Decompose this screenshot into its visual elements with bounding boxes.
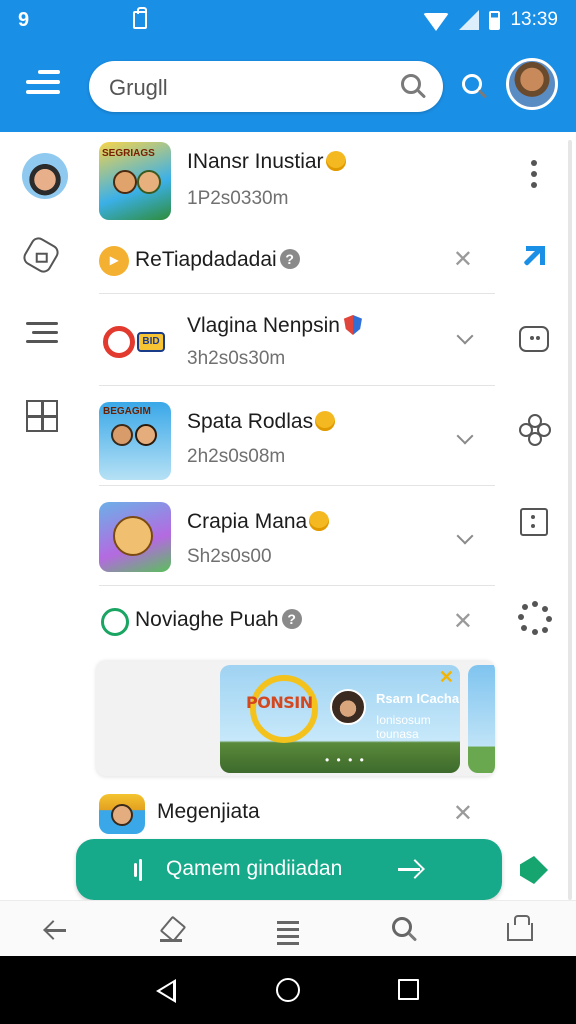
folder-icon[interactable] — [507, 915, 533, 941]
clover-icon[interactable] — [519, 414, 551, 446]
section-title: Noviaghe Puah? — [135, 608, 302, 632]
search-toolbar-icon[interactable] — [392, 917, 418, 943]
thumb-label: SEGRIAGS — [102, 148, 155, 159]
app-thumbnail — [99, 502, 171, 572]
app-bar: Grugll — [0, 40, 576, 132]
list-icon[interactable] — [275, 917, 301, 945]
wifi-icon — [423, 13, 450, 31]
app-subtitle: 3h2s0s30m — [187, 348, 286, 369]
app-title: INansr Inustiar — [187, 150, 346, 174]
close-icon[interactable]: ✕ — [439, 667, 454, 688]
section-icon — [101, 608, 129, 636]
carousel-dots[interactable]: • • • • — [325, 753, 366, 767]
list-item[interactable]: BEGAGIM Spata Rodlas 2h2s0s08m — [99, 390, 495, 486]
app-title: Vlagina Nenpsin — [187, 314, 362, 338]
bulb-icon — [325, 151, 346, 171]
more-options-icon[interactable] — [531, 160, 537, 188]
app-subtitle: Sh2s0s00 — [187, 546, 272, 567]
section-header: Megenjiata ✕ — [99, 780, 495, 840]
scrollbar[interactable] — [568, 140, 572, 900]
search-icon[interactable] — [401, 74, 421, 94]
promo-title: Rsarn ICacha — [376, 691, 460, 706]
search-value: Grugll — [109, 75, 168, 100]
search-input[interactable]: Grugll — [89, 61, 443, 112]
app-subtitle: 1P2s0330m — [187, 188, 289, 209]
close-icon[interactable]: ✕ — [453, 802, 473, 826]
thumb-label: BID — [137, 332, 165, 352]
shopping-bag-icon — [133, 7, 148, 29]
chevron-down-icon[interactable] — [456, 327, 474, 345]
nav-back-icon[interactable] — [156, 979, 176, 1003]
section-title: ReTiapdadadai? — [135, 248, 300, 272]
dice-icon[interactable] — [520, 508, 548, 536]
section-thumbnail — [99, 794, 145, 834]
app-thumbnail: BEGAGIM — [99, 402, 171, 480]
list-item[interactable]: Crapia Mana Sh2s0s00 — [99, 486, 495, 586]
list-item[interactable]: BID Vlagina Nenpsin 3h2s0s30m — [99, 294, 495, 386]
help-icon[interactable]: ? — [279, 249, 300, 269]
shield-icon — [343, 315, 362, 335]
menu-icon[interactable] — [26, 70, 60, 96]
section-icon: ▸ — [99, 246, 129, 276]
promo-carousel[interactable]: PONSIN Rsarn ICacha Ionisosum tounasa • … — [96, 660, 495, 776]
status-time: 13:39 — [510, 9, 558, 30]
close-icon[interactable]: ✕ — [453, 610, 473, 634]
eraser-icon[interactable] — [158, 917, 184, 943]
nav-recents-icon[interactable] — [398, 979, 419, 1000]
account-avatar[interactable] — [506, 58, 558, 110]
thumb-label: BEGAGIM — [103, 406, 151, 417]
app-title: Crapia Mana — [187, 510, 330, 534]
promo-logo: PONSIN — [246, 693, 313, 712]
bottom-toolbar — [0, 900, 576, 956]
search-button-icon[interactable] — [462, 74, 482, 94]
app-title: Spata Rodlas — [187, 410, 336, 434]
promo-avatar — [330, 689, 366, 725]
signal-icon — [459, 10, 480, 30]
system-nav-bar — [0, 956, 576, 1024]
app-thumbnail: BID — [99, 302, 171, 380]
share-icon[interactable] — [520, 242, 550, 272]
primary-action-label: Qamem gindiiadan — [166, 857, 343, 880]
chevron-down-icon[interactable] — [456, 527, 474, 545]
primary-action-button[interactable]: Qamem gindiiadan — [76, 839, 502, 900]
app-subtitle: 2h2s0s08m — [187, 446, 286, 467]
chat-icon[interactable] — [519, 326, 549, 352]
promo-subtitle: Ionisosum tounasa — [376, 713, 431, 741]
promo-card[interactable]: PONSIN Rsarn ICacha Ionisosum tounasa • … — [220, 665, 460, 773]
promo-card-next[interactable] — [468, 665, 495, 773]
profile-avatar[interactable] — [22, 153, 68, 199]
list-item[interactable]: SEGRIAGS INansr Inustiar 1P2s0330m — [99, 140, 495, 228]
pin-icon[interactable] — [520, 856, 548, 884]
status-app-glyph: 9 — [18, 8, 30, 31]
mic-icon — [134, 859, 144, 881]
nav-home-icon[interactable] — [276, 978, 300, 1002]
loading-dots-icon[interactable] — [518, 601, 552, 635]
rail-layers-icon[interactable] — [26, 320, 58, 352]
section-header: ▸ ReTiapdadadai? ✕ — [99, 228, 495, 294]
close-icon[interactable]: ✕ — [453, 248, 473, 272]
section-header: Noviaghe Puah? ✕ — [99, 586, 495, 656]
bulb-icon — [315, 411, 336, 431]
chevron-down-icon[interactable] — [456, 427, 474, 445]
section-title: Megenjiata — [157, 800, 260, 823]
arrow-right-icon — [398, 859, 422, 879]
status-bar: 9 13:39 — [0, 0, 576, 40]
rail-hexagon-icon[interactable] — [20, 234, 62, 276]
help-icon[interactable]: ? — [281, 609, 302, 629]
app-thumbnail: SEGRIAGS — [99, 142, 171, 220]
back-arrow-icon[interactable] — [42, 917, 68, 943]
battery-icon — [489, 10, 501, 30]
rail-grid-icon[interactable] — [26, 400, 58, 432]
bulb-icon — [309, 511, 330, 531]
